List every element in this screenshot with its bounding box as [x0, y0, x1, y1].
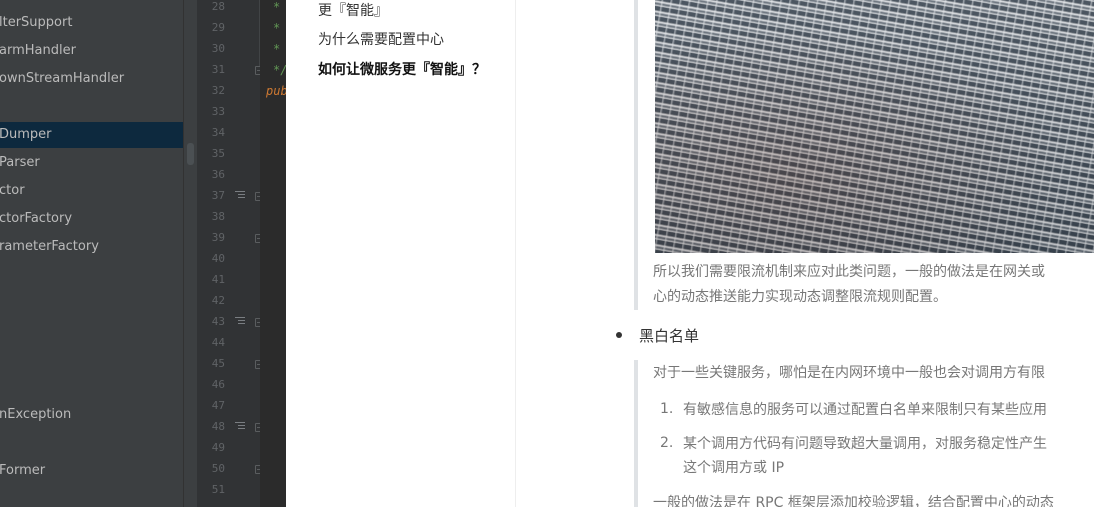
code-line: *: [273, 0, 281, 14]
tree-item[interactable]: ctor: [0, 179, 183, 203]
line-number: 32: [211, 84, 225, 97]
line-number: 46: [211, 378, 225, 391]
table-of-contents: 更『智能』 为什么需要配置中心 如何让微服务更『智能』？: [286, 0, 516, 507]
paragraph-line: 心的动态推送能力实现动态调整限流规则配置。: [653, 289, 947, 305]
tree-scrollbar[interactable]: [183, 0, 198, 507]
tree-item-label: ownStreamHandler: [0, 71, 125, 86]
blockquote-bar: [634, 0, 638, 310]
line-number: 47: [211, 399, 225, 412]
implements-marker-icon[interactable]: [235, 317, 245, 326]
project-tree: lterSupport armHandler ownStreamHandler …: [0, 0, 183, 507]
code-line: */: [273, 63, 286, 77]
traffic-jam-photo: [655, 0, 1094, 253]
list-number: 1.: [660, 401, 674, 417]
list-item-text: 某个调用方代码有问题导致超大量调用，对服务稳定性产生: [683, 436, 1047, 452]
list-item-text: 这个调用方或 IP: [683, 460, 785, 476]
tree-item-selected[interactable]: Dumper: [0, 122, 183, 148]
tree-item-label: ctorFactory: [0, 211, 73, 226]
line-number: 49: [211, 441, 225, 454]
tree-scrollbar-thumb[interactable]: [187, 143, 194, 165]
line-number: 39: [211, 231, 225, 244]
tree-item-label: nException: [0, 407, 72, 422]
line-number: 36: [211, 168, 225, 181]
tree-item[interactable]: armHandler: [0, 39, 183, 63]
line-number: 42: [211, 294, 225, 307]
toc-item[interactable]: 更『智能』: [318, 0, 388, 20]
list-number: 2.: [660, 435, 674, 451]
tree-item[interactable]: ownStreamHandler: [0, 67, 183, 91]
line-number: 40: [211, 252, 225, 265]
tree-item-label: lterSupport: [0, 15, 73, 30]
tree-item[interactable]: ctorFactory: [0, 207, 183, 231]
line-number: 30: [211, 42, 225, 55]
implements-marker-icon[interactable]: [235, 191, 245, 200]
line-number: 41: [211, 273, 225, 286]
line-number: 51: [211, 483, 225, 496]
tree-item[interactable]: nException: [0, 403, 183, 427]
blockquote-bar: [634, 360, 638, 507]
line-number: 44: [211, 336, 225, 349]
toc-item[interactable]: 为什么需要配置中心: [318, 29, 444, 49]
tree-item[interactable]: Parser: [0, 151, 183, 175]
tree-item-label: ctor: [0, 183, 25, 198]
article-content: 所以我们需要限流机制来应对此类问题，一般的做法是在网关或 心的动态推送能力实现动…: [516, 0, 1094, 507]
line-number: 35: [211, 147, 225, 160]
line-number: 33: [211, 105, 225, 118]
line-number: 34: [211, 126, 225, 139]
code-line: pub: [266, 84, 286, 98]
line-number: 31: [211, 63, 225, 76]
line-number: 50: [211, 462, 225, 475]
tree-item-label: Dumper: [0, 127, 52, 142]
paragraph-line: 所以我们需要限流机制来应对此类问题，一般的做法是在网关或: [653, 264, 1045, 280]
code-line: *: [273, 42, 281, 56]
paragraph-line: 一般的做法是在 RPC 框架层添加校验逻辑，结合配置中心的动态: [653, 495, 1054, 507]
line-number: 38: [211, 210, 225, 223]
code-editor[interactable]: * * * */ pub: [260, 0, 286, 507]
code-line: *: [273, 21, 281, 35]
line-number: 43: [211, 315, 225, 328]
paragraph-line: 对于一些关键服务，哪怕是在内网环境中一般也会对调用方有限: [653, 365, 1045, 381]
list-item-text: 有敏感信息的服务可以通过配置白名单来限制只有某些应用: [683, 402, 1047, 418]
bullet-dot-icon: [616, 332, 622, 338]
line-number: 45: [211, 357, 225, 370]
tree-item[interactable]: lterSupport: [0, 11, 183, 35]
line-number: 29: [211, 21, 225, 34]
tree-item[interactable]: Former: [0, 459, 183, 483]
line-number: 37: [211, 189, 225, 202]
implements-marker-icon[interactable]: [235, 422, 245, 431]
tree-item-label: rameterFactory: [0, 239, 99, 254]
editor-gutter: 28 29 30 31 32 33 34 35 36 37 38 39 40 4…: [197, 0, 260, 507]
tree-item-label: Former: [0, 463, 46, 478]
toc-item-active[interactable]: 如何让微服务更『智能』？: [318, 59, 486, 79]
tree-item-label: armHandler: [0, 43, 76, 58]
bullet-heading: 黑白名单: [639, 327, 700, 345]
tree-item-label: Parser: [0, 155, 40, 170]
tree-item[interactable]: rameterFactory: [0, 235, 183, 259]
line-number: 28: [211, 0, 225, 13]
line-number: 48: [211, 420, 225, 433]
